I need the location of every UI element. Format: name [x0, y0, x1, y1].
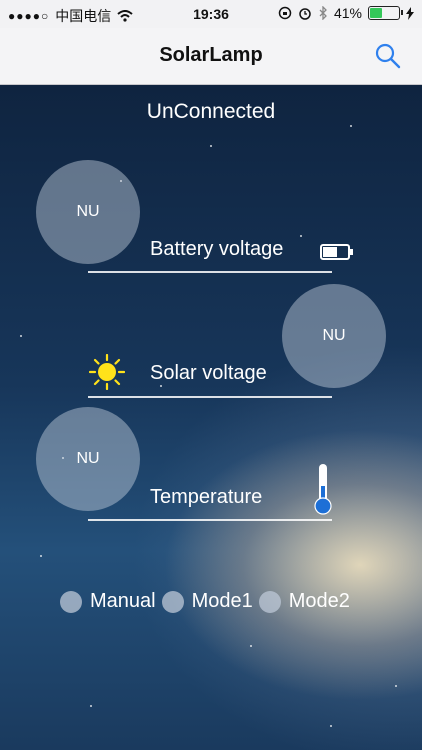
page-title: SolarLamp — [159, 44, 263, 66]
mode-label: Mode1 — [191, 590, 253, 612]
bluetooth-icon — [319, 6, 327, 20]
battery-fill — [370, 8, 383, 18]
status-bar: ●●●●○ 中国电信 19:36 41% — [0, 0, 422, 28]
mode-selector: Manual Mode1 Mode2 — [60, 590, 356, 613]
mode-option-mode1[interactable]: Mode1 — [161, 590, 253, 613]
radio-button[interactable] — [60, 590, 82, 613]
solar-divider — [88, 396, 332, 398]
sun-icon — [89, 354, 125, 390]
mode-option-manual[interactable]: Manual — [60, 590, 156, 613]
battery-voltage-label: Battery voltage — [150, 238, 284, 260]
rotation-lock-icon — [278, 6, 292, 20]
battery-voltage-value: NU — [36, 160, 140, 264]
battery-percent: 41% — [333, 5, 362, 21]
alarm-icon — [299, 8, 311, 20]
mode-option-mode2[interactable]: Mode2 — [258, 590, 350, 613]
charging-bolt-icon — [406, 6, 414, 20]
battery-divider — [88, 271, 332, 273]
solar-voltage-label: Solar voltage — [150, 362, 267, 384]
solar-voltage-value: NU — [282, 284, 386, 388]
mode-label: Mode2 — [288, 590, 350, 612]
temperature-divider — [88, 519, 332, 521]
thermometer-icon — [314, 464, 332, 515]
navigation-bar: SolarLamp — [0, 28, 422, 85]
battery-indicator — [368, 6, 403, 20]
radio-button[interactable] — [258, 590, 281, 613]
mode-label: Manual — [90, 590, 156, 612]
search-icon[interactable] — [374, 42, 402, 70]
radio-button[interactable] — [161, 590, 184, 613]
connection-status: UnConnected — [146, 100, 276, 123]
temperature-value: NU — [36, 407, 140, 511]
temperature-label: Temperature — [150, 486, 263, 508]
battery-icon — [320, 244, 353, 260]
